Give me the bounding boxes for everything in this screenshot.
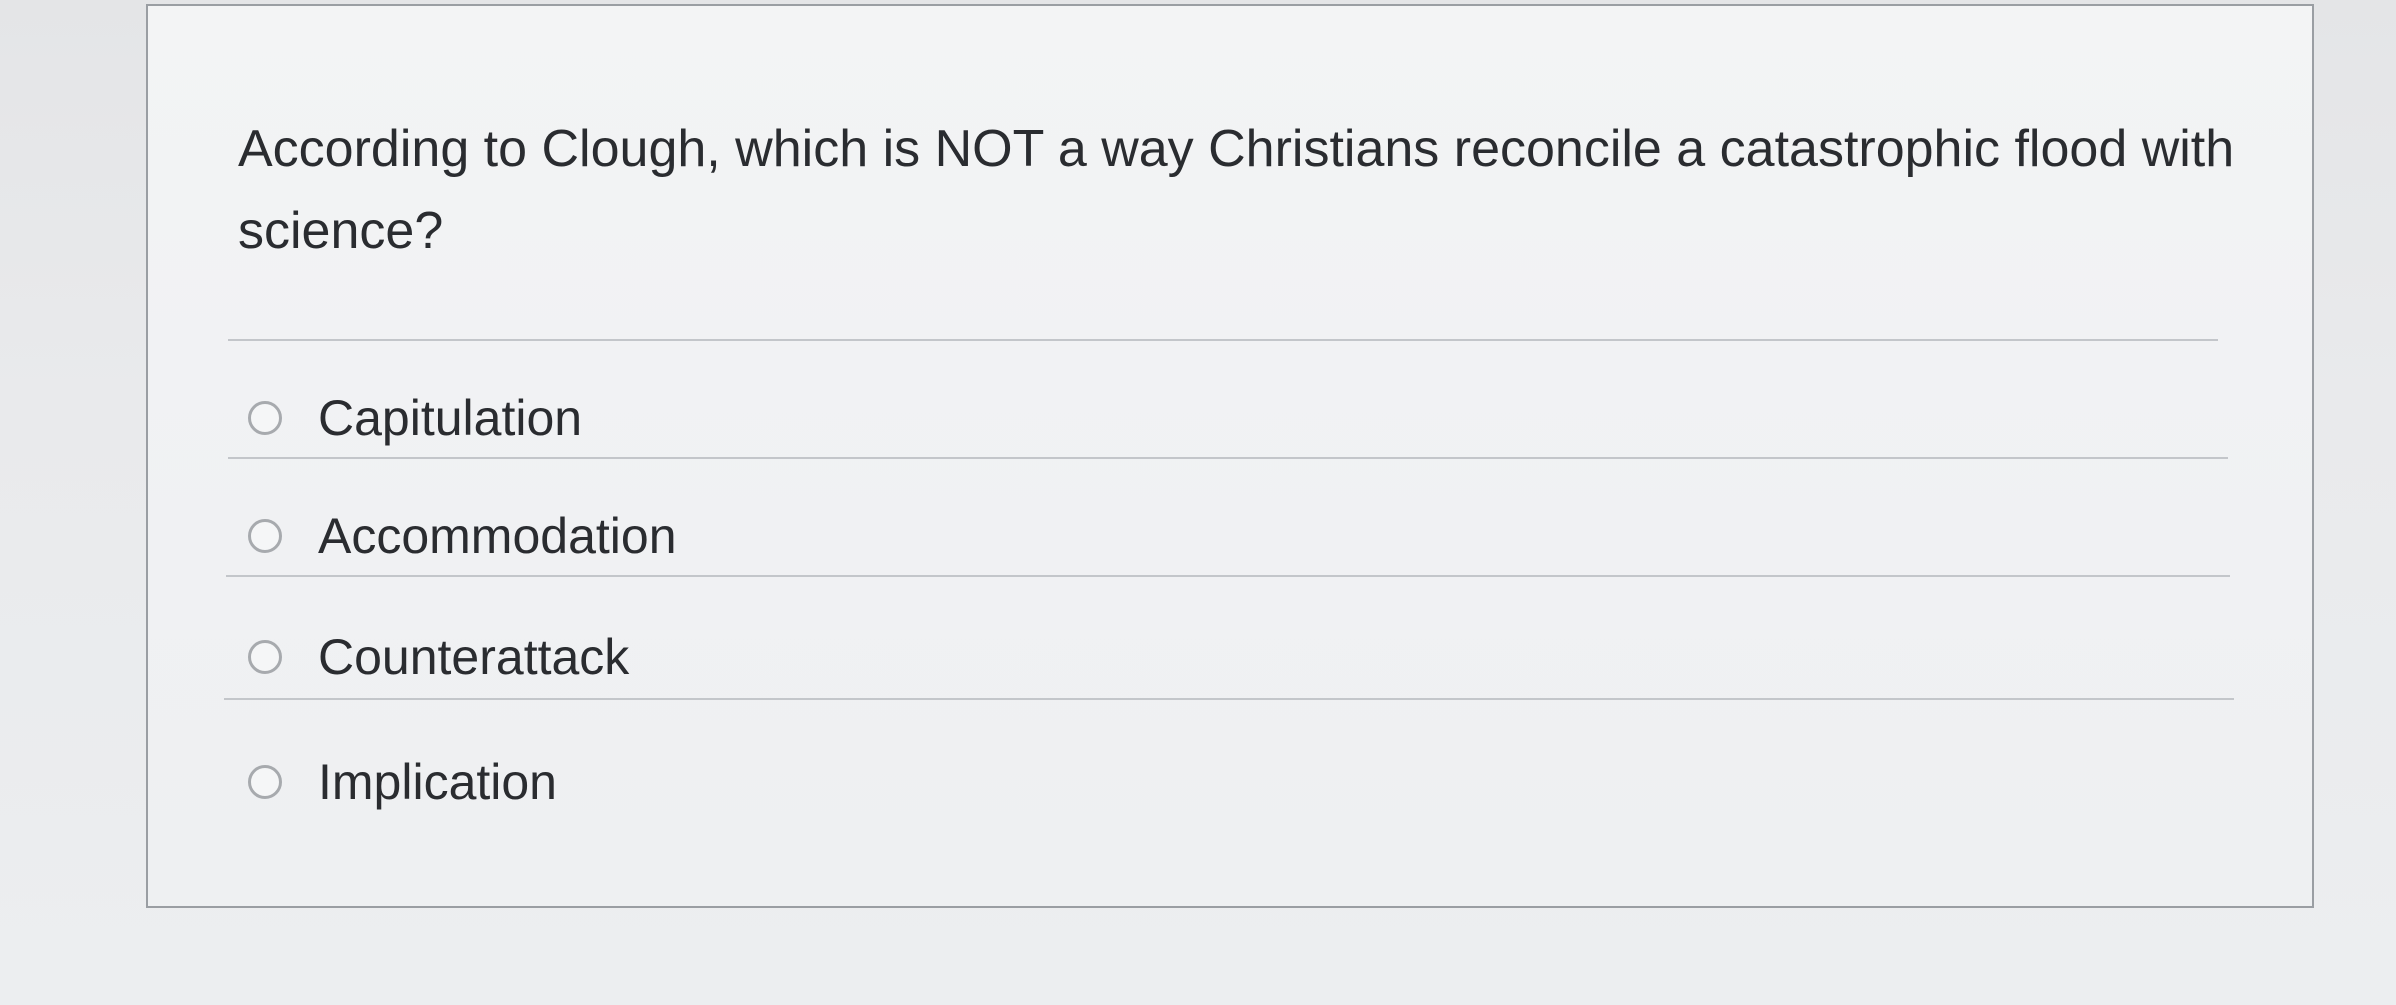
- radio-button[interactable]: [248, 519, 282, 553]
- divider: [228, 339, 2218, 341]
- divider: [226, 575, 2230, 577]
- question-text: According to Clough, which is NOT a way …: [238, 120, 2235, 260]
- radio-button[interactable]: [248, 401, 282, 435]
- radio-button[interactable]: [248, 765, 282, 799]
- divider: [228, 457, 2228, 459]
- answer-option-counterattack[interactable]: Counterattack: [248, 622, 629, 692]
- answer-option-implication[interactable]: Implication: [248, 747, 557, 817]
- option-label: Accommodation: [318, 508, 677, 564]
- option-label: Capitulation: [318, 390, 583, 446]
- option-label: Counterattack: [318, 629, 630, 685]
- answer-option-capitulation[interactable]: Capitulation: [248, 383, 582, 453]
- divider: [224, 698, 2234, 700]
- radio-button[interactable]: [248, 640, 282, 674]
- answer-option-accommodation[interactable]: Accommodation: [248, 501, 677, 571]
- option-label: Implication: [318, 754, 557, 810]
- question-card: According to Clough, which is NOT a way …: [146, 4, 2314, 908]
